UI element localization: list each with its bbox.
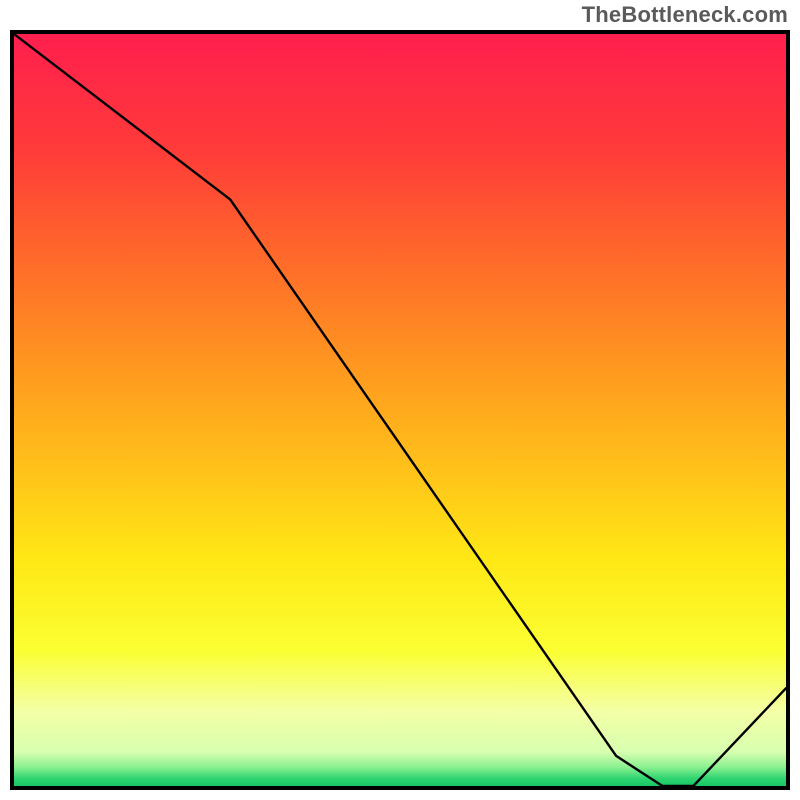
chart-border: [10, 30, 790, 790]
watermark-text: TheBottleneck.com: [582, 2, 788, 28]
chart-frame: TheBottleneck.com: [0, 0, 800, 800]
